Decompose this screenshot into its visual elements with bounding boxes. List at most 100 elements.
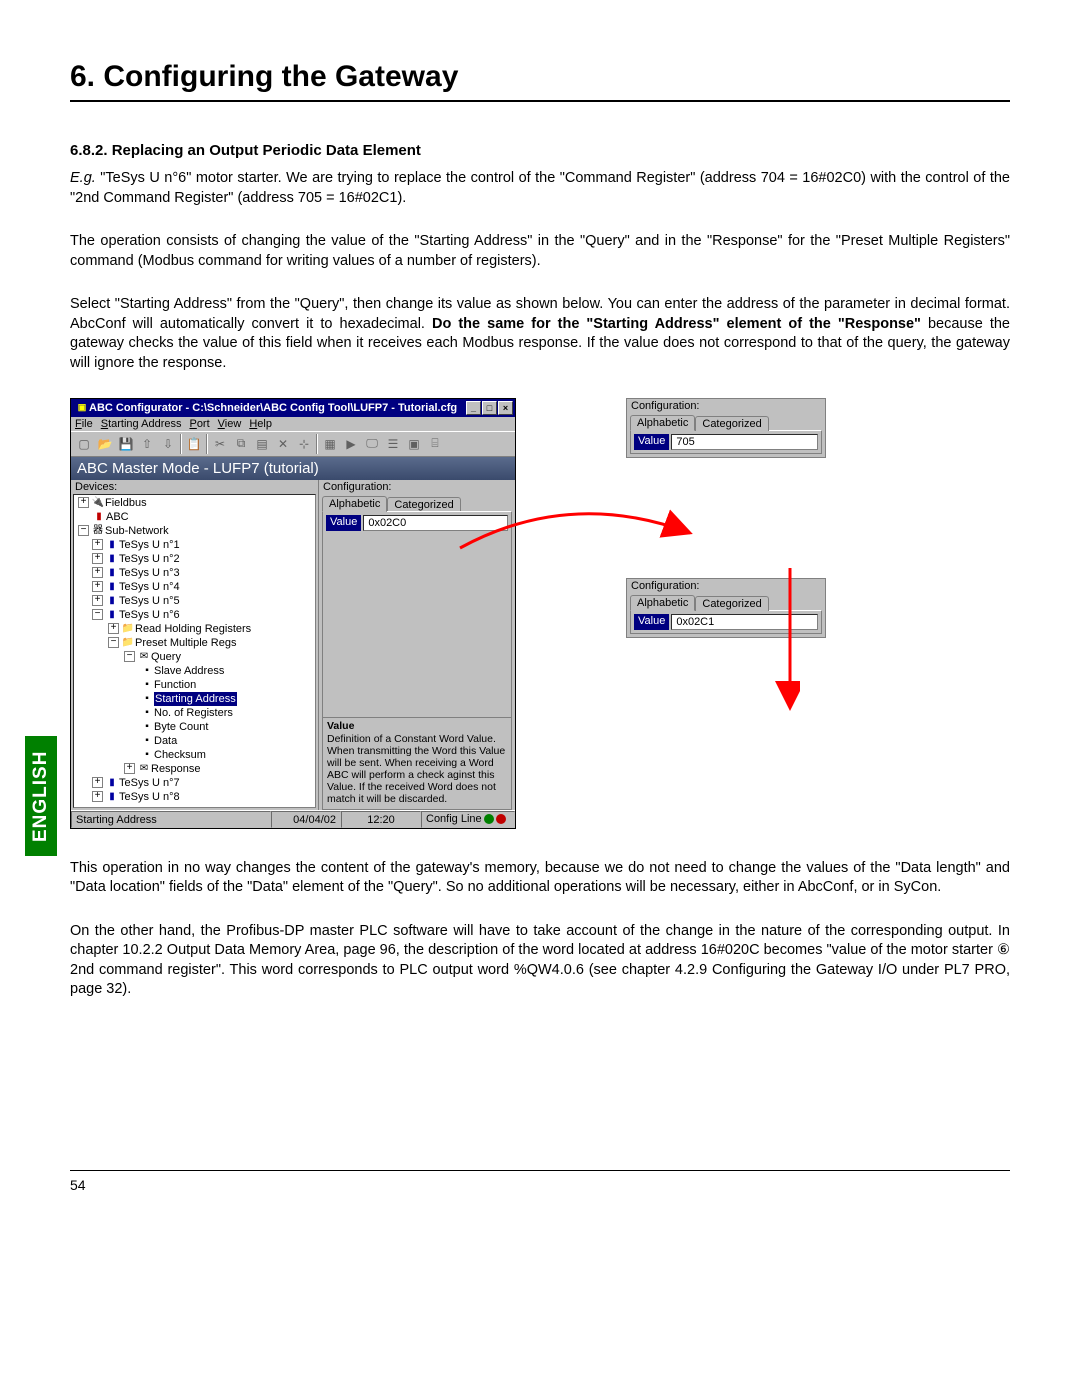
tree-tesys-5[interactable]: +▮TeSys U n°5 bbox=[76, 594, 315, 608]
mode-bar: ABC Master Mode - LUFP7 (tutorial) bbox=[71, 457, 515, 480]
paragraph-5: On the other hand, the Profibus-DP maste… bbox=[70, 922, 1010, 1000]
status-dot-green-icon bbox=[484, 814, 494, 824]
screenshot-row: ▣ ABC Configurator - C:\Schneider\ABC Co… bbox=[70, 398, 1010, 829]
list-icon[interactable]: ☰ bbox=[383, 434, 403, 454]
page-footer: 54 bbox=[70, 1170, 1010, 1193]
property-row: Value 0x02C0 bbox=[326, 515, 508, 531]
toolbar-separator bbox=[206, 434, 208, 454]
menu-port[interactable]: Port bbox=[189, 418, 209, 430]
menu-file[interactable]: File bbox=[75, 418, 93, 430]
tree-icon[interactable]: ⊹ bbox=[294, 434, 314, 454]
tree-subnetwork[interactable]: −器Sub-Network bbox=[76, 524, 315, 538]
tab-alphabetic[interactable]: Alphabetic bbox=[322, 496, 387, 512]
mini-panel-bottom: Configuration: Alphabetic Categorized Va… bbox=[626, 578, 826, 638]
section-title: 6.8.2. Replacing an Output Periodic Data… bbox=[70, 142, 1010, 159]
mini-tab-categorized[interactable]: Categorized bbox=[695, 416, 768, 431]
mini-config-label-2: Configuration: bbox=[627, 579, 825, 593]
tree-no-registers[interactable]: ▪No. of Registers bbox=[76, 706, 315, 720]
open-icon[interactable]: 📂 bbox=[95, 434, 115, 454]
desc-body: Definition of a Constant Word Value. Whe… bbox=[327, 733, 507, 805]
maximize-button[interactable]: □ bbox=[482, 401, 497, 415]
status-date: 04/04/02 bbox=[271, 811, 341, 828]
minimize-button[interactable]: _ bbox=[466, 401, 481, 415]
paragraph-3: Select "Starting Address" from the "Quer… bbox=[70, 295, 1010, 373]
tree-response[interactable]: +✉Response bbox=[76, 762, 315, 776]
titlebar: ▣ ABC Configurator - C:\Schneider\ABC Co… bbox=[71, 399, 515, 417]
paragraph-example: E.g. "TeSys U n°6" motor starter. We are… bbox=[70, 169, 1010, 208]
config-tabs: Alphabetic Categorized bbox=[319, 494, 515, 511]
app-window: ▣ ABC Configurator - C:\Schneider\ABC Co… bbox=[70, 398, 516, 829]
tree-tesys-7[interactable]: +▮TeSys U n°7 bbox=[76, 776, 315, 790]
window-icon[interactable]: ▣ bbox=[404, 434, 424, 454]
value-input[interactable]: 0x02C0 bbox=[363, 515, 508, 531]
menubar: File Starting Address Port View Help bbox=[71, 417, 515, 431]
english-tab: ENGLISH bbox=[25, 736, 57, 856]
mini-tab-categorized-2[interactable]: Categorized bbox=[695, 596, 768, 611]
mini-tab-alphabetic-2[interactable]: Alphabetic bbox=[630, 595, 695, 611]
paste2-icon[interactable]: ▤ bbox=[252, 434, 272, 454]
mini-value-input-2[interactable]: 0x02C1 bbox=[671, 614, 818, 630]
tree-function[interactable]: ▪Function bbox=[76, 678, 315, 692]
desc-title: Value bbox=[327, 720, 507, 732]
eg-text: "TeSys U n°6" motor starter. We are tryi… bbox=[70, 170, 1010, 206]
status-dot-red-icon bbox=[496, 814, 506, 824]
tree-checksum[interactable]: ▪Checksum bbox=[76, 748, 315, 762]
tree-tesys-4[interactable]: +▮TeSys U n°4 bbox=[76, 580, 315, 594]
p3b: Do the same for the "Starting Address" e… bbox=[432, 316, 921, 332]
upload-icon[interactable]: ⇧ bbox=[137, 434, 157, 454]
tree-abc[interactable]: ▮ABC bbox=[76, 510, 315, 524]
toolbar-separator bbox=[180, 434, 182, 454]
tree-fieldbus[interactable]: +🔌Fieldbus bbox=[76, 496, 315, 510]
property-area: Value 0x02C0 Value Definition of a Const… bbox=[322, 511, 512, 810]
device-tree[interactable]: +🔌Fieldbus ▮ABC −器Sub-Network +▮TeSys U … bbox=[73, 494, 316, 808]
tree-tesys-8[interactable]: +▮TeSys U n°8 bbox=[76, 790, 315, 804]
tree-read-holding[interactable]: +📁Read Holding Registers bbox=[76, 622, 315, 636]
side-config-panels: Configuration: Alphabetic Categorized Va… bbox=[626, 398, 826, 638]
mini-value-input[interactable]: 705 bbox=[671, 434, 818, 450]
new-icon[interactable]: ▢ bbox=[74, 434, 94, 454]
play-icon[interactable]: ▶ bbox=[341, 434, 361, 454]
tree-tesys-1[interactable]: +▮TeSys U n°1 bbox=[76, 538, 315, 552]
paragraph-4: This operation in no way changes the con… bbox=[70, 859, 1010, 898]
value-label: Value bbox=[326, 515, 361, 531]
tree-data[interactable]: ▪Data bbox=[76, 734, 315, 748]
cut-icon[interactable]: ✂ bbox=[210, 434, 230, 454]
mini-config-label: Configuration: bbox=[627, 399, 825, 413]
props-icon[interactable]: ▦ bbox=[320, 434, 340, 454]
status-time: 12:20 bbox=[341, 811, 421, 828]
tree-slave-address[interactable]: ▪Slave Address bbox=[76, 664, 315, 678]
status-config-line: Config Line bbox=[421, 811, 515, 828]
statusbar: Starting Address 04/04/02 12:20 Config L… bbox=[71, 810, 515, 828]
tree-tesys-2[interactable]: +▮TeSys U n°2 bbox=[76, 552, 315, 566]
devices-label: Devices: bbox=[71, 480, 318, 494]
menu-help[interactable]: Help bbox=[249, 418, 272, 430]
paste-icon[interactable]: 📋 bbox=[184, 434, 204, 454]
menu-view[interactable]: View bbox=[218, 418, 242, 430]
toolbar-separator bbox=[316, 434, 318, 454]
mini-tab-alphabetic[interactable]: Alphabetic bbox=[630, 415, 695, 431]
monitor-icon[interactable]: 🖵 bbox=[362, 434, 382, 454]
close-button[interactable]: × bbox=[498, 401, 513, 415]
tab-categorized[interactable]: Categorized bbox=[387, 497, 460, 512]
download-icon[interactable]: ⇩ bbox=[158, 434, 178, 454]
mini-value-label-2: Value bbox=[634, 614, 669, 630]
paragraph-2: The operation consists of changing the v… bbox=[70, 232, 1010, 271]
window-title: ABC Configurator - C:\Schneider\ABC Conf… bbox=[89, 402, 465, 414]
save-icon[interactable]: 💾 bbox=[116, 434, 136, 454]
disk-icon[interactable]: ⌸ bbox=[425, 434, 445, 454]
copy-icon[interactable]: ⧉ bbox=[231, 434, 251, 454]
config-label: Configuration: bbox=[319, 480, 515, 494]
delete-icon[interactable]: ✕ bbox=[273, 434, 293, 454]
tree-preset-multiple[interactable]: −📁Preset Multiple Regs bbox=[76, 636, 315, 650]
mini-panel-top: Configuration: Alphabetic Categorized Va… bbox=[626, 398, 826, 458]
tree-tesys-3[interactable]: +▮TeSys U n°3 bbox=[76, 566, 315, 580]
mini-value-label: Value bbox=[634, 434, 669, 450]
tree-byte-count[interactable]: ▪Byte Count bbox=[76, 720, 315, 734]
toolbar: ▢ 📂 💾 ⇧ ⇩ 📋 ✂ ⧉ ▤ ✕ ⊹ ▦ ▶ 🖵 ☰ ▣ ⌸ bbox=[71, 431, 515, 457]
description-box: Value Definition of a Constant Word Valu… bbox=[323, 717, 511, 809]
menu-starting-address[interactable]: Starting Address bbox=[101, 418, 182, 430]
tree-query[interactable]: −✉Query bbox=[76, 650, 315, 664]
tree-starting-address[interactable]: ▪Starting Address bbox=[76, 692, 315, 706]
tree-tesys-6[interactable]: −▮TeSys U n°6 bbox=[76, 608, 315, 622]
config-panel: Configuration: Alphabetic Categorized Va… bbox=[319, 480, 515, 810]
